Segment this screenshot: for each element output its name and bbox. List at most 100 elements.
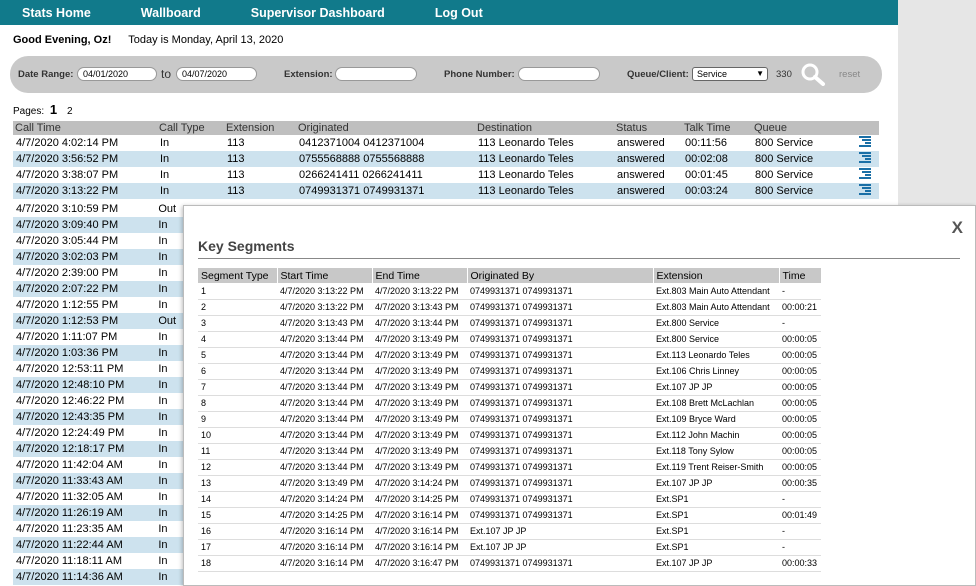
nav-log-out[interactable]: Log Out <box>435 6 483 20</box>
table-row[interactable]: 4/7/2020 11:42:04 AM In <box>13 457 183 473</box>
magnifier-icon[interactable] <box>800 62 826 86</box>
calls-header-row: Call Time Call Type Extension Originated… <box>13 121 879 135</box>
cell-start-time: 4/7/2020 3:13:44 PM <box>277 459 372 476</box>
table-row[interactable]: 4/7/2020 3:02:03 PM In <box>13 249 183 265</box>
cell-call-type: In <box>158 427 168 439</box>
cell-end-time: 4/7/2020 3:14:24 PM <box>372 475 467 492</box>
segment-row: 15 4/7/2020 3:14:25 PM 4/7/2020 3:16:14 PM… <box>198 507 821 524</box>
cell-start-time: 4/7/2020 3:13:44 PM <box>277 363 372 380</box>
table-row[interactable]: 4/7/2020 3:09:40 PM In <box>13 217 183 233</box>
cell-originated-by: 0749931371 0749931371 <box>467 443 653 460</box>
table-row[interactable]: 4/7/2020 11:23:35 AM In <box>13 521 183 537</box>
table-row[interactable]: 4/7/2020 12:18:17 PM In <box>13 441 183 457</box>
table-row[interactable]: 4/7/2020 1:03:36 PM In <box>13 345 183 361</box>
segments-list-icon[interactable] <box>859 168 871 179</box>
col-call-type[interactable]: Call Type <box>157 121 224 135</box>
cell-call-type: In <box>158 299 168 311</box>
cell-segment-type: 3 <box>198 315 277 332</box>
table-row[interactable]: 4/7/2020 11:14:36 AM In <box>13 569 183 585</box>
segment-row: 13 4/7/2020 3:13:49 PM 4/7/2020 3:14:24 PM… <box>198 475 821 492</box>
cell-extension: 113 <box>224 151 296 167</box>
page-link-2[interactable]: 2 <box>67 106 73 117</box>
cell-extension: Ext.106 Chris Linney <box>653 363 779 380</box>
segments-list-icon[interactable] <box>859 136 871 147</box>
table-row[interactable]: 4/7/2020 3:56:52 PM In 113 0755568888 07555… <box>13 151 879 167</box>
cell-originated-by: 0749931371 0749931371 <box>467 347 653 364</box>
table-row[interactable]: 4/7/2020 11:32:05 AM In <box>13 489 183 505</box>
table-row[interactable]: 4/7/2020 12:24:49 PM In <box>13 425 183 441</box>
col-originated[interactable]: Originated <box>296 121 475 135</box>
cell-end-time: 4/7/2020 3:13:49 PM <box>372 347 467 364</box>
nav-supervisor-dashboard[interactable]: Supervisor Dashboard <box>251 6 385 20</box>
col-call-time[interactable]: Call Time <box>13 121 157 135</box>
segments-list-icon[interactable] <box>859 184 871 195</box>
cell-call-type: Out <box>158 203 177 215</box>
cell-call-time: 4/7/2020 11:22:44 AM <box>13 537 156 553</box>
table-row[interactable]: 4/7/2020 11:33:43 AM In <box>13 473 183 489</box>
cell-call-time: 4/7/2020 3:38:07 PM <box>16 169 119 181</box>
cell-end-time: 4/7/2020 3:13:49 PM <box>372 411 467 428</box>
phone-number-input[interactable] <box>518 67 600 81</box>
cell-originated-by: 0749931371 0749931371 <box>467 363 653 380</box>
cell-call-time: 4/7/2020 3:02:03 PM <box>13 249 156 265</box>
col-queue[interactable]: Queue <box>752 121 847 135</box>
table-row[interactable]: 4/7/2020 11:18:11 AM In <box>13 553 183 569</box>
table-row[interactable]: 4/7/2020 11:26:19 AM In <box>13 505 183 521</box>
table-row[interactable]: 4/7/2020 3:38:07 PM In 113 0266241411 02662… <box>13 167 879 183</box>
cell-extension: 113 <box>227 169 245 181</box>
col-destination[interactable]: Destination <box>475 121 614 135</box>
table-row[interactable]: 4/7/2020 12:43:35 PM In <box>13 409 183 425</box>
date-to-input[interactable]: 04/07/2020 <box>176 67 257 81</box>
cell-segment-type: 15 <box>198 507 277 524</box>
col-status[interactable]: Status <box>614 121 682 135</box>
cell-start-time: 4/7/2020 3:16:14 PM <box>277 555 372 572</box>
queue-client-select[interactable]: Service ▼ <box>692 67 768 81</box>
nav-stats-home[interactable]: Stats Home <box>22 6 91 20</box>
table-row[interactable]: 4/7/2020 12:53:11 PM In <box>13 361 183 377</box>
close-button[interactable]: X <box>952 218 963 238</box>
cell-destination: 113 Leonardo Teles <box>475 183 614 199</box>
cell-call-time: 4/7/2020 12:46:22 PM <box>16 395 125 407</box>
cell-start-time: 4/7/2020 3:13:44 PM <box>277 395 372 412</box>
table-row[interactable]: 4/7/2020 1:12:53 PM Out <box>13 313 183 329</box>
cell-end-time: 4/7/2020 3:16:14 PM <box>372 539 467 556</box>
col-extension[interactable]: Extension <box>224 121 296 135</box>
cell-talk-time: 00:01:45 <box>685 169 728 181</box>
calls-table: Call Time Call Type Extension Originated… <box>13 121 879 199</box>
col-talk-time[interactable]: Talk Time <box>682 121 752 135</box>
cell-start-time: 4/7/2020 3:13:49 PM <box>277 475 372 492</box>
table-row[interactable]: 4/7/2020 12:46:22 PM In <box>13 393 183 409</box>
dropdown-arrow-icon: ▼ <box>756 69 764 78</box>
table-row[interactable]: 4/7/2020 1:12:55 PM In <box>13 297 183 313</box>
cell-call-time: 4/7/2020 3:56:52 PM <box>13 151 157 167</box>
cell-originated-by: 0749931371 0749931371 <box>467 459 653 476</box>
date-from-input[interactable]: 04/01/2020 <box>77 67 157 81</box>
extension-input[interactable] <box>335 67 417 81</box>
cell-extension: Ext.SP1 <box>653 507 779 524</box>
cell-extension: Ext.800 Service <box>653 315 779 332</box>
table-row[interactable]: 4/7/2020 3:05:44 PM In <box>13 233 183 249</box>
segment-row: 3 4/7/2020 3:13:43 PM 4/7/2020 3:13:44 PM 0… <box>198 315 821 332</box>
table-row[interactable]: 4/7/2020 3:13:22 PM In 113 0749931371 07499… <box>13 183 879 199</box>
cell-start-time: 4/7/2020 3:16:14 PM <box>277 523 372 540</box>
table-row[interactable]: 4/7/2020 4:02:14 PM In 113 0412371004 04123… <box>13 135 879 151</box>
table-row[interactable]: 4/7/2020 2:39:00 PM In <box>13 265 183 281</box>
cell-time: - <box>779 315 821 332</box>
table-row[interactable]: 4/7/2020 11:22:44 AM In <box>13 537 183 553</box>
table-row[interactable]: 4/7/2020 3:10:59 PM Out <box>13 201 183 217</box>
cell-originated-by: 0749931371 0749931371 <box>467 331 653 348</box>
segments-list-icon[interactable] <box>859 152 871 163</box>
page-current: 1 <box>49 102 58 117</box>
cell-queue: 800 Service <box>755 137 814 149</box>
cell-start-time: 4/7/2020 3:13:44 PM <box>277 427 372 444</box>
table-row[interactable]: 4/7/2020 1:11:07 PM In <box>13 329 183 345</box>
cell-segment-type: 1 <box>198 283 277 300</box>
cell-call-time: 4/7/2020 2:39:00 PM <box>16 267 119 279</box>
table-row[interactable]: 4/7/2020 2:07:22 PM In <box>13 281 183 297</box>
nav-wallboard[interactable]: Wallboard <box>141 6 201 20</box>
cell-time: - <box>779 491 821 508</box>
table-row[interactable]: 4/7/2020 12:48:10 PM In <box>13 377 183 393</box>
cell-call-type: In <box>158 363 168 375</box>
cell-call-time: 4/7/2020 3:09:40 PM <box>13 217 156 233</box>
reset-link[interactable]: reset <box>839 69 860 80</box>
